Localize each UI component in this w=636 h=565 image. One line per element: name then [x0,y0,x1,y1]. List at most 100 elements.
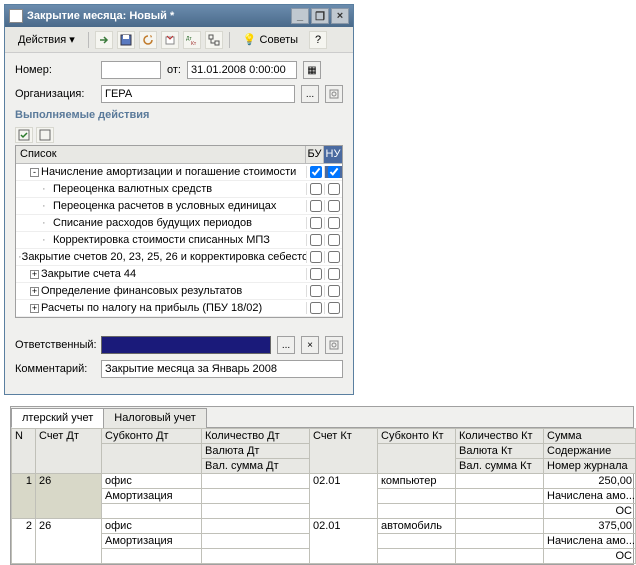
cell-acc-kt[interactable]: 02.01 [310,519,378,564]
actions-menu[interactable]: Действия ▾ [11,30,82,49]
tree-row[interactable]: ·Закрытие счетов 20, 23, 25, 26 и коррек… [16,249,342,266]
col-qty-dt[interactable]: Количество Дт [202,429,310,444]
save-icon[interactable] [117,31,135,49]
number-input[interactable] [101,61,161,79]
cell-sum[interactable]: 250,00 [544,474,636,489]
tree-row[interactable]: ·Переоценка валютных средств [16,181,342,198]
comment-label: Комментарий: [15,363,95,375]
tree-row[interactable]: ·Переоценка расчетов в условных единицах [16,198,342,215]
refresh-icon[interactable] [139,31,157,49]
cell-acc-dt[interactable]: 26 [36,474,102,519]
col-acc-kt[interactable]: Счет Кт [310,429,378,474]
grid-row[interactable]: 126офис02.01компьютер250,00 [12,474,636,489]
col-sum[interactable]: Сумма [544,429,636,444]
cell-sub-kt[interactable]: компьютер [378,474,456,489]
expand-icon[interactable]: + [30,270,39,279]
org-label: Организация: [15,88,95,100]
uncheck-all-icon[interactable] [36,127,54,143]
check-all-icon[interactable] [15,127,33,143]
cell-sub-kt[interactable]: автомобиль [378,519,456,534]
tab-accounting[interactable]: лтерский учет [11,408,104,428]
col-journal[interactable]: Номер журнала [544,459,636,474]
minimize-button[interactable]: _ [291,8,309,24]
tree-row[interactable]: +Закрытие счета 44 [16,266,342,283]
col-csum-dt[interactable]: Вал. сумма Дт [202,459,310,474]
cell-sub-dt2[interactable]: Амортизация [102,489,202,504]
nu-checkbox[interactable] [328,285,340,297]
nu-checkbox[interactable] [328,200,340,212]
responsible-input[interactable] [101,336,271,354]
bu-checkbox[interactable] [310,200,322,212]
bu-checkbox[interactable] [310,285,322,297]
cell-n[interactable]: 1 [12,474,36,519]
col-qty-kt[interactable]: Количество Кт [456,429,544,444]
nu-col-header[interactable]: НУ [324,146,342,163]
comment-input[interactable] [101,360,343,378]
col-n[interactable]: N [12,429,36,474]
maximize-button[interactable]: ❐ [311,8,329,24]
expand-icon[interactable]: + [30,287,39,296]
tree-row[interactable]: ·Списание расходов будущих периодов [16,215,342,232]
help-icon[interactable]: ? [309,31,327,49]
list-col-header[interactable]: Список [16,146,306,163]
bu-checkbox[interactable] [310,183,322,195]
tree-item-label: Корректировка стоимости списанных МПЗ [53,234,270,246]
bu-checkbox[interactable] [310,234,322,246]
bu-col-header[interactable]: БУ [306,146,324,163]
col-cur-dt[interactable]: Валюта Дт [202,444,310,459]
tree-row[interactable]: ·Корректировка стоимости списанных МПЗ [16,232,342,249]
bu-checkbox[interactable] [310,268,322,280]
nu-checkbox[interactable] [328,234,340,246]
bu-checkbox[interactable] [310,302,322,314]
nu-checkbox[interactable] [328,166,340,178]
org-lookup-button[interactable]: ... [301,85,319,103]
cell-acc-kt[interactable]: 02.01 [310,474,378,519]
nu-checkbox[interactable] [328,217,340,229]
nu-checkbox[interactable] [328,268,340,280]
responsible-lookup-button[interactable]: ... [277,336,295,354]
col-sub-dt[interactable]: Субконто Дт [102,429,202,444]
cell-n[interactable]: 2 [12,519,36,564]
tips-button[interactable]: 💡 Советы [236,30,305,49]
cell-journal[interactable]: ОС [544,504,636,519]
post-icon[interactable] [161,31,179,49]
nu-checkbox[interactable] [328,302,340,314]
col-acc-dt[interactable]: Счет Дт [36,429,102,474]
tree-row[interactable]: +Определение финансовых результатов [16,283,342,300]
expand-icon[interactable]: + [30,304,39,313]
cell-sub-dt[interactable]: офис [102,474,202,489]
grid-row[interactable]: 226офис02.01автомобиль375,00 [12,519,636,534]
nu-checkbox[interactable] [328,251,340,263]
col-sub-kt[interactable]: Субконто Кт [378,429,456,444]
col-content[interactable]: Содержание [544,444,636,459]
bu-checkbox[interactable] [310,166,322,178]
responsible-open-icon[interactable] [325,336,343,354]
calendar-icon[interactable]: ▦ [303,61,321,79]
tree-item-label: Начисление амортизации и погашение стоим… [41,166,296,178]
bu-checkbox[interactable] [310,251,322,263]
close-button[interactable]: × [331,8,349,24]
col-cur-kt[interactable]: Валюта Кт [456,444,544,459]
dtkt-icon[interactable]: ДтКт [183,31,201,49]
org-input[interactable] [101,85,295,103]
cell-journal[interactable]: ОС [544,549,636,564]
responsible-clear-button[interactable]: × [301,336,319,354]
go-icon[interactable] [95,31,113,49]
date-input[interactable] [187,61,297,79]
col-csum-kt[interactable]: Вал. сумма Кт [456,459,544,474]
cell-content[interactable]: Начислена амо... [544,489,636,504]
nu-checkbox[interactable] [328,183,340,195]
titlebar[interactable]: Закрытие месяца: Новый * _ ❐ × [5,5,353,27]
bu-checkbox[interactable] [310,217,322,229]
posting-grid: N Счет Дт Субконто Дт Количество Дт Счет… [11,428,636,564]
cell-acc-dt[interactable]: 26 [36,519,102,564]
tree-toolbar [15,125,343,145]
cell-sum[interactable]: 375,00 [544,519,636,534]
cell-sub-dt[interactable]: офис [102,519,202,534]
expand-icon[interactable]: - [30,168,39,177]
structure-icon[interactable] [205,31,223,49]
tree-row[interactable]: -Начисление амортизации и погашение стои… [16,164,342,181]
tree-row[interactable]: +Расчеты по налогу на прибыль (ПБУ 18/02… [16,300,342,317]
tab-tax[interactable]: Налоговый учет [103,408,207,428]
org-open-icon[interactable] [325,85,343,103]
